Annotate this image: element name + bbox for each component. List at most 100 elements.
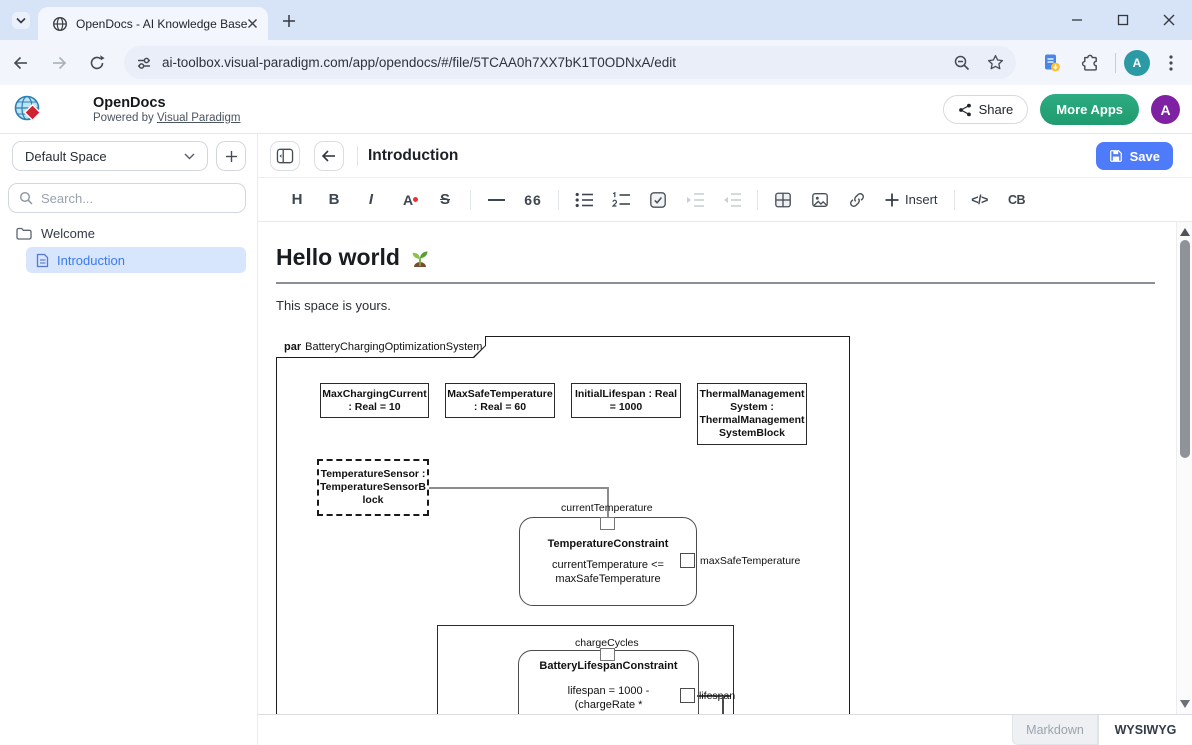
mode-wysiwyg-button[interactable]: WYSIWYG — [1098, 715, 1192, 745]
url-text[interactable]: ai-toolbox.visual-paradigm.com/app/opend… — [162, 55, 953, 70]
chevron-down-icon — [184, 153, 195, 160]
space-selector[interactable]: Default Space — [12, 141, 208, 171]
tab-close-icon[interactable] — [247, 18, 258, 29]
extensions-puzzle-icon[interactable] — [1073, 46, 1107, 80]
browser-tab[interactable]: OpenDocs - AI Knowledge Base — [38, 7, 268, 40]
doc-paragraph: This space is yours. — [276, 298, 391, 313]
search-input[interactable] — [41, 191, 211, 206]
indent-button[interactable] — [680, 185, 710, 215]
port-lifespan — [680, 688, 695, 703]
plus-icon — [282, 14, 296, 28]
browser-titlebar: OpenDocs - AI Knowledge Base — [0, 0, 1192, 40]
part-box-temperature-sensor: TemperatureSensor : TemperatureSensorBlo… — [317, 459, 429, 516]
bookmark-star-icon[interactable] — [987, 54, 1004, 71]
color-dot — [413, 197, 418, 202]
app-header: OpenDocs Powered by Visual Paradigm Shar… — [0, 85, 1192, 134]
app-title-block: OpenDocs Powered by Visual Paradigm — [93, 95, 240, 124]
add-space-button[interactable] — [216, 141, 246, 171]
connector-lifespan-vertical — [722, 696, 724, 714]
insert-link-button[interactable] — [842, 185, 872, 215]
font-color-button[interactable]: A — [393, 185, 423, 215]
new-tab-button[interactable] — [279, 11, 298, 30]
tab-title: OpenDocs - AI Knowledge Base — [76, 17, 247, 31]
browser-profile-avatar[interactable]: A — [1124, 50, 1150, 76]
toolbar-divider — [954, 190, 955, 210]
toolbar-separator — [1115, 53, 1116, 73]
docs-offline-extension-icon[interactable] — [1035, 46, 1069, 80]
share-button[interactable]: Share — [943, 95, 1029, 124]
scroll-up-arrow[interactable] — [1180, 228, 1190, 236]
scroll-down-arrow[interactable] — [1180, 700, 1190, 708]
strikethrough-button[interactable]: S — [430, 185, 460, 215]
site-settings-icon[interactable] — [136, 55, 152, 71]
code-block-button[interactable]: CB — [1002, 185, 1032, 215]
close-icon — [1163, 14, 1175, 26]
globe-favicon-icon — [52, 16, 68, 32]
browser-menu-button[interactable] — [1154, 46, 1188, 80]
doc-header: Introduction Save — [258, 134, 1192, 178]
insert-table-button[interactable] — [768, 185, 798, 215]
horizontal-rule-button[interactable] — [481, 185, 511, 215]
visual-paradigm-link[interactable]: Visual Paradigm — [157, 112, 241, 124]
bold-button[interactable]: B — [319, 185, 349, 215]
back-button[interactable] — [4, 46, 38, 80]
param-box-initial-lifespan: InitialLifespan : Real = 1000 — [571, 383, 681, 418]
sidebar-search[interactable] — [8, 183, 246, 213]
maximize-button[interactable] — [1100, 0, 1146, 40]
forward-button[interactable] — [42, 46, 76, 80]
close-window-button[interactable] — [1146, 0, 1192, 40]
parametric-diagram[interactable]: par BatteryChargingOptimizationSystem Ma… — [276, 336, 850, 714]
plus-icon — [225, 150, 238, 163]
address-bar[interactable]: ai-toolbox.visual-paradigm.com/app/opend… — [124, 46, 1016, 79]
editor-scrollbar[interactable] — [1176, 222, 1192, 714]
reload-button[interactable] — [80, 46, 114, 80]
doc-heading: Hello world — [276, 244, 432, 271]
task-list-button[interactable] — [643, 185, 673, 215]
heading-button[interactable]: H — [282, 185, 312, 215]
bullet-list-button[interactable] — [569, 185, 599, 215]
editor-status-bar: Markdown WYSIWYG — [258, 714, 1192, 745]
more-apps-button[interactable]: More Apps — [1040, 94, 1139, 125]
scrollbar-thumb[interactable] — [1180, 240, 1190, 458]
toggle-sidebar-button[interactable] — [270, 141, 300, 171]
save-button[interactable]: Save — [1096, 142, 1173, 170]
italic-button[interactable]: I — [356, 185, 386, 215]
share-icon — [958, 103, 972, 117]
back-to-pages-button[interactable] — [314, 141, 344, 171]
document-editor[interactable]: Hello world This space is yours. par — [258, 222, 1192, 714]
insert-menu-button[interactable]: Insert — [879, 185, 944, 215]
param-box-max-safe-temperature: MaxSafeTemperature : Real = 60 — [445, 383, 555, 418]
inline-code-button[interactable]: </> — [965, 185, 995, 215]
mode-markdown-button[interactable]: Markdown — [1012, 715, 1098, 745]
numbered-list-icon — [612, 192, 631, 208]
param-box-max-charging-current: MaxChargingCurrent : Real = 10 — [320, 383, 429, 418]
zoom-icon[interactable] — [953, 54, 971, 72]
minimize-icon — [1071, 14, 1083, 26]
back-arrow-icon — [321, 149, 337, 163]
browser-extensions-area: A — [1031, 40, 1192, 85]
param-box-thermal-management: ThermalManagementSystem : ThermalManagem… — [697, 383, 807, 445]
panel-toggle-icon — [276, 148, 294, 164]
editor-toolbar: H B I A S 66 — [258, 178, 1192, 222]
blockquote-button[interactable]: 66 — [518, 185, 548, 215]
constraint-expression: lifespan = 1000 - (chargeRate * — [519, 685, 698, 712]
minimize-button[interactable] — [1054, 0, 1100, 40]
insert-image-button[interactable] — [805, 185, 835, 215]
browser-toolbar: ai-toolbox.visual-paradigm.com/app/opend… — [0, 40, 1192, 85]
numbered-list-button[interactable] — [606, 185, 636, 215]
sidebar-folder-welcome[interactable]: Welcome — [16, 226, 95, 241]
indent-icon — [686, 192, 705, 208]
bullet-list-icon — [575, 192, 594, 208]
sidebar: Default Space Welcome — [0, 134, 258, 745]
outdent-button[interactable] — [717, 185, 747, 215]
plus-icon — [885, 193, 899, 207]
save-floppy-icon — [1109, 149, 1123, 163]
folder-label: Welcome — [41, 226, 95, 241]
diagram-frame-label: par BatteryChargingOptimizationSystem — [276, 336, 485, 357]
tab-search-button[interactable] — [12, 12, 30, 29]
search-icon — [19, 191, 33, 205]
port-label-lifespan: lifespan — [699, 690, 735, 702]
sidebar-item-introduction[interactable]: Introduction — [26, 247, 246, 273]
user-avatar[interactable]: A — [1151, 95, 1180, 124]
constraint-box-temperature: TemperatureConstraint currentTemperature… — [519, 517, 697, 606]
